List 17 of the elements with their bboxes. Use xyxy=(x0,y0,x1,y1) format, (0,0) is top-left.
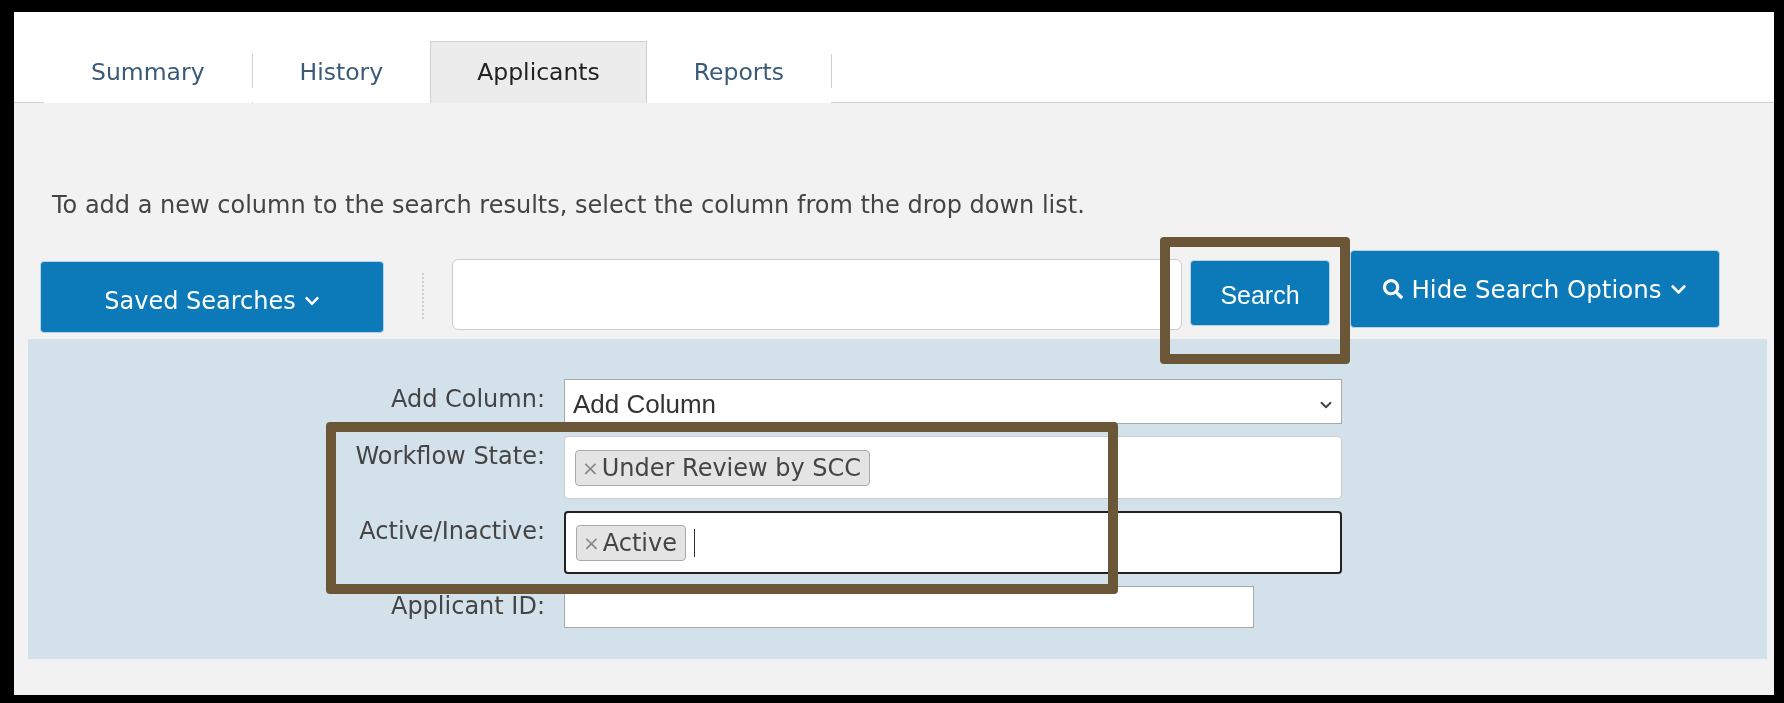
search-field[interactable] xyxy=(452,259,1182,330)
tag-input-field[interactable]: ×Under Review by SCC xyxy=(564,436,1342,499)
tag-label: Active xyxy=(602,528,677,557)
tag-input-field[interactable]: ×Active xyxy=(564,511,1342,574)
hide-search-options-button[interactable]: Hide Search Options xyxy=(1350,250,1720,328)
field-label: Active/Inactive: xyxy=(359,516,545,545)
tag-label: Under Review by SCC xyxy=(601,453,862,482)
field-label: Workflow State: xyxy=(355,441,545,470)
field-label: Applicant ID: xyxy=(390,591,545,620)
search-icon xyxy=(1383,279,1404,299)
add-column-select[interactable]: Add Column xyxy=(564,379,1342,424)
text-cursor xyxy=(694,528,695,557)
search-button[interactable]: Search xyxy=(1190,260,1330,326)
tab[interactable]: Applicants xyxy=(430,41,647,103)
saved-searches-button[interactable]: Saved Searches xyxy=(40,261,384,333)
instruction-text: To add a new column to the search results, select the column from the drop down list. xyxy=(52,191,1086,219)
field-label: Add Column: xyxy=(390,384,545,413)
